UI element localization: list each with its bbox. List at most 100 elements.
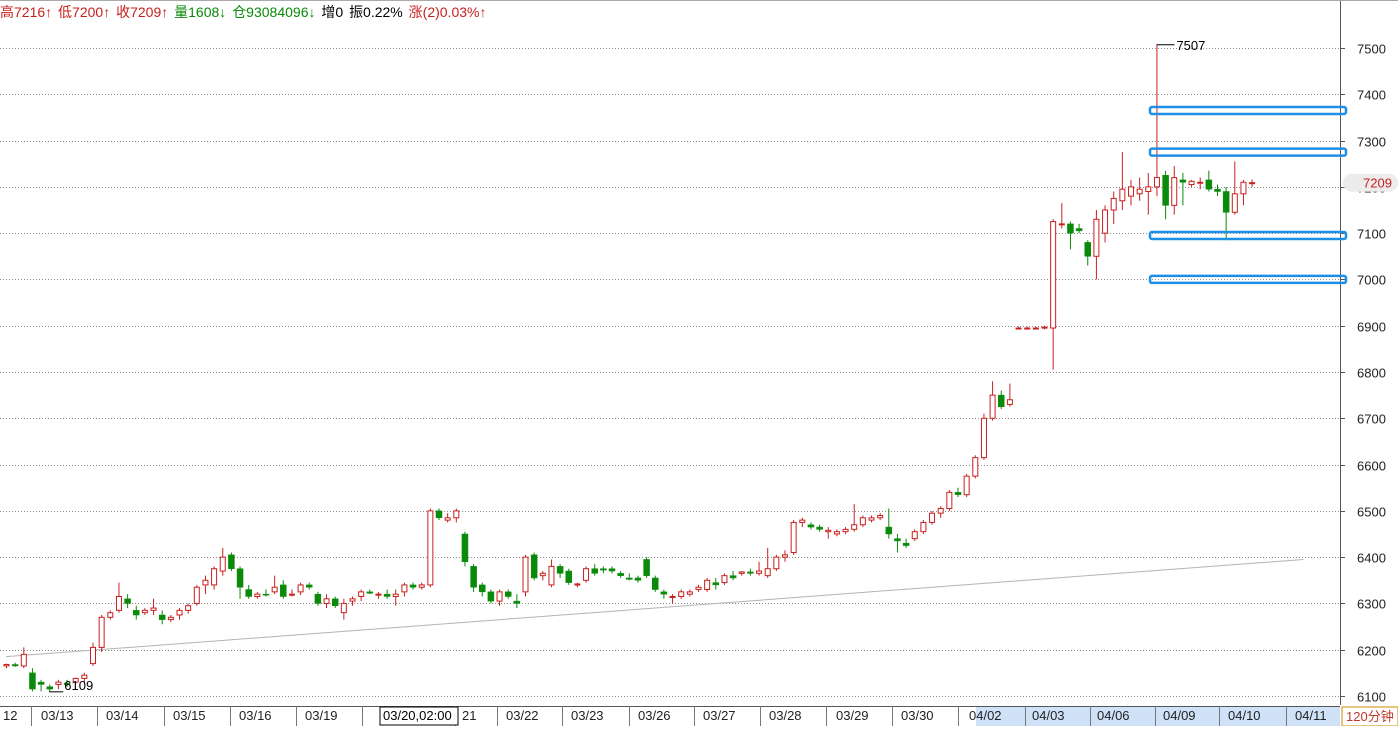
candle-body-down <box>954 492 962 495</box>
y-tick-label: 6400 <box>1357 551 1386 566</box>
x-tick-label: 03/13 <box>41 708 74 723</box>
candle-body-up <box>1058 223 1065 226</box>
candle-body-down <box>29 672 36 690</box>
candle-body-up <box>401 584 408 593</box>
candle-body-down <box>660 591 668 595</box>
candle-body-down <box>1205 179 1213 190</box>
candle-body-up <box>1102 209 1109 234</box>
x-tick-label: 12 <box>3 708 17 723</box>
candle-body-up <box>911 531 918 540</box>
candle-body-down <box>228 554 235 569</box>
candle-body-up <box>271 586 278 593</box>
candle-body-down <box>1222 191 1230 213</box>
y-tick-label: 7100 <box>1357 227 1386 242</box>
candle-body-up <box>929 512 936 523</box>
candle-body-up <box>963 475 970 496</box>
candle-body-up <box>427 510 434 586</box>
candle-body-up <box>1231 193 1238 213</box>
candle-body-down <box>643 559 650 576</box>
candle-body-down <box>37 681 45 685</box>
candle-body-up <box>167 616 174 621</box>
candle-body-down <box>479 584 486 593</box>
candle-body-up <box>55 681 62 685</box>
oi-change-value: 增0 <box>321 4 344 20</box>
candle-body-up <box>1041 326 1048 329</box>
candle-body-down <box>816 526 823 530</box>
candle-body-up <box>453 510 460 519</box>
x-tick-label: 03/15 <box>173 708 206 723</box>
candle-body-down <box>46 686 53 690</box>
candle-body-up <box>193 586 200 604</box>
candlestick-chart-area[interactable]: 高7216↑ 低7200↑ 收7209↑ 量1608↓ 仓93084096↓ 增… <box>0 0 1398 727</box>
candle-body-up <box>825 529 832 533</box>
current-price-tag: 7209 <box>1363 176 1392 191</box>
candle-body-up <box>764 568 771 577</box>
candle-body-up <box>738 571 745 574</box>
candle-body-up <box>219 556 226 572</box>
candle-body-up <box>989 394 996 419</box>
candle-body-up <box>3 664 10 667</box>
candle-body-up <box>375 593 382 596</box>
high-value: 高7216↑ <box>0 4 53 20</box>
candle-body-up <box>937 508 944 514</box>
candle-body-up <box>1128 186 1134 197</box>
candle-body-up <box>141 609 148 614</box>
candle-body-down <box>729 575 737 579</box>
candle-body-down <box>262 593 270 596</box>
candle-body-up <box>1197 181 1204 184</box>
level-highlight-box <box>1148 230 1348 241</box>
candle-body-up <box>107 612 114 618</box>
candle-body-down <box>626 577 633 580</box>
x-tick-label: 04/10 <box>1228 708 1261 723</box>
candle-body-down <box>1162 175 1169 206</box>
level-highlight-box <box>1148 105 1348 116</box>
candle-body-up <box>1188 180 1195 186</box>
candle-body-up <box>211 568 218 586</box>
candle-body-up <box>704 579 711 591</box>
candle-body-down <box>591 568 598 574</box>
candle-body-up <box>980 417 987 459</box>
candle-body-down <box>712 582 720 586</box>
candle-body-up <box>98 616 105 648</box>
candle-body-down <box>158 614 166 620</box>
candle-body-down <box>634 577 642 581</box>
y-tick-label: 7400 <box>1357 88 1386 103</box>
close-value: 收7209↑ <box>116 4 169 20</box>
candle-body-down <box>435 510 443 519</box>
candle-body-down <box>998 394 1005 407</box>
candle-body-down <box>530 554 538 579</box>
candle-body-down <box>366 591 374 594</box>
candle-body-down <box>133 610 140 616</box>
candle-body-up <box>288 593 295 596</box>
candle-body-up <box>1240 181 1247 195</box>
candle-body-up <box>721 575 728 584</box>
x-tick-label: 03/19 <box>305 708 338 723</box>
candle-body-up <box>842 528 849 533</box>
candle-body-down <box>1214 188 1221 192</box>
candle-body-up <box>851 524 858 530</box>
kline-svg[interactable]: 6100 6200 6300 6400 6500 6600 6700 6800 6900 7000… <box>0 0 1398 727</box>
candle-body-down <box>747 571 754 574</box>
change-value: 涨(2)0.03%↑ <box>408 4 487 20</box>
y-tick-label: 6300 <box>1357 597 1386 612</box>
candle-body-down <box>487 591 495 602</box>
candle-body-down <box>245 589 252 597</box>
candle-body-down <box>556 566 564 574</box>
candle-body-down <box>409 584 417 588</box>
candle-body-up <box>1024 327 1031 330</box>
candle-body-down <box>1084 242 1091 257</box>
candle-body-up <box>522 556 529 593</box>
min-price-label: 6109 <box>64 678 93 693</box>
candle-body-down <box>894 538 901 542</box>
candle-body-down <box>902 543 910 546</box>
candle-body-up <box>790 521 797 554</box>
candle-body-up <box>1093 218 1100 257</box>
y-tick-label: 6700 <box>1357 412 1386 427</box>
candle-body-up <box>418 584 425 588</box>
candle-body-down <box>885 526 893 535</box>
candle-body-down <box>383 593 391 597</box>
crosshair-time-label: 03/20,02:00 <box>383 708 452 723</box>
x-tick-label: 03/23 <box>571 708 604 723</box>
candle-body-down <box>470 566 477 588</box>
candle-body-down <box>617 573 624 576</box>
